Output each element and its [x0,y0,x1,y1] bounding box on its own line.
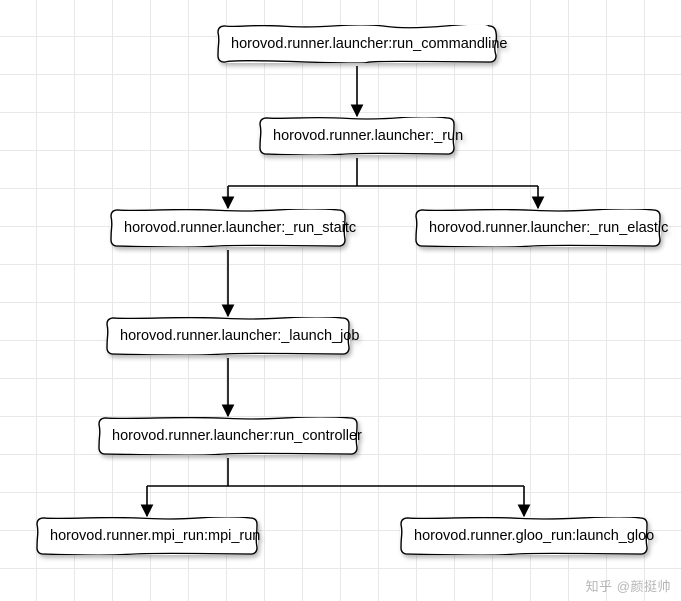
node-label: horovod.runner.launcher:_run_elastic [429,220,668,236]
node-launch-job: horovod.runner.launcher:_launch_job [106,317,350,355]
edges-layer [0,0,681,601]
node-label: horovod.runner.launcher:run_controller [112,428,362,444]
node-label: horovod.runner.launcher:_launch_job [120,328,359,344]
node-run-controller: horovod.runner.launcher:run_controller [98,417,358,455]
watermark: 知乎 @颜挺帅 [586,576,671,595]
node-label: horovod.runner.mpi_run:mpi_run [50,528,260,544]
node-run-static: horovod.runner.launcher:_run_staitc [110,209,346,247]
node-launch-gloo: horovod.runner.gloo_run:launch_gloo [400,517,648,555]
node-label: horovod.runner.launcher:_run [273,128,463,144]
node-label: horovod.runner.gloo_run:launch_gloo [414,528,654,544]
node-run: horovod.runner.launcher:_run [259,117,455,155]
watermark-brand: 知乎 [586,579,613,594]
node-mpi-run: horovod.runner.mpi_run:mpi_run [36,517,258,555]
watermark-author: @颜挺帅 [617,579,671,594]
node-run-commandline: horovod.runner.launcher:run_commandline [217,25,497,63]
node-label: horovod.runner.launcher:_run_staitc [124,220,356,236]
node-label: horovod.runner.launcher:run_commandline [231,36,507,52]
node-run-elastic: horovod.runner.launcher:_run_elastic [415,209,661,247]
